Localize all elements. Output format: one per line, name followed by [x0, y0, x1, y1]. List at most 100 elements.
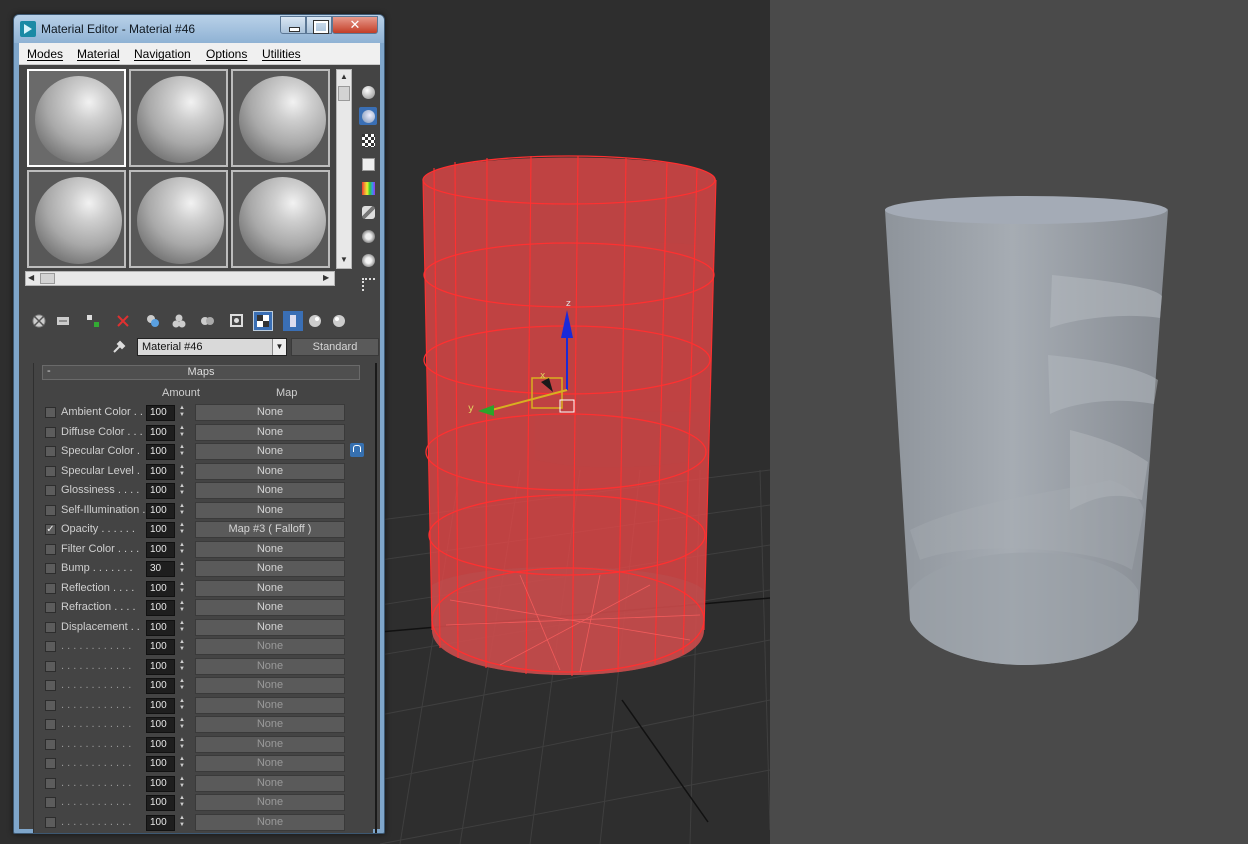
video-color-check-icon[interactable]: [359, 179, 377, 197]
material-map-navigator-icon[interactable]: [359, 275, 377, 293]
chevron-down-icon[interactable]: ▼: [272, 339, 286, 355]
amount-spinner-icon[interactable]: ▲ ▼: [176, 717, 188, 733]
put-to-scene-icon[interactable]: [53, 311, 73, 331]
sample-slot-4[interactable]: [27, 170, 126, 268]
map-slot-button[interactable]: None: [195, 638, 345, 655]
amount-field[interactable]: 100: [146, 424, 175, 441]
map-enable-checkbox[interactable]: [45, 777, 56, 789]
map-slot-button[interactable]: None: [195, 794, 345, 811]
sample-slot-6[interactable]: [231, 170, 330, 268]
amount-spinner-icon[interactable]: ▲ ▼: [176, 620, 188, 636]
map-enable-checkbox[interactable]: [45, 641, 56, 652]
amount-field[interactable]: 100: [146, 580, 175, 597]
map-enable-checkbox[interactable]: [45, 797, 56, 808]
go-forward-to-sibling-icon[interactable]: [329, 311, 349, 331]
amount-field[interactable]: 30: [146, 561, 175, 577]
map-slot-button[interactable]: None: [195, 599, 345, 616]
map-slot-button[interactable]: None: [195, 540, 345, 558]
amount-field[interactable]: 100: [146, 678, 175, 694]
map-slot-button[interactable]: None: [195, 579, 345, 597]
title-bar[interactable]: Material Editor - Material #46 ✕: [14, 15, 384, 43]
amount-field[interactable]: 100: [146, 658, 175, 675]
map-enable-checkbox[interactable]: [45, 582, 56, 594]
amount-spinner-icon[interactable]: ▲ ▼: [176, 581, 188, 597]
reset-map-icon[interactable]: [113, 311, 133, 331]
map-enable-checkbox[interactable]: [45, 680, 56, 691]
scroll-up-icon[interactable]: ▲: [340, 73, 348, 81]
amount-field[interactable]: 100: [146, 463, 175, 480]
sample-slot-3[interactable]: [231, 69, 330, 167]
amount-field[interactable]: 100: [146, 639, 175, 655]
amount-spinner-icon[interactable]: ▲ ▼: [176, 503, 188, 519]
map-enable-checkbox[interactable]: [45, 660, 56, 672]
map-slot-button[interactable]: None: [195, 618, 345, 636]
amount-spinner-icon[interactable]: ▲ ▼: [176, 795, 188, 811]
amount-spinner-icon[interactable]: ▲ ▼: [176, 678, 188, 694]
amount-field[interactable]: 100: [146, 717, 175, 733]
amount-spinner-icon[interactable]: ▲ ▼: [176, 425, 188, 441]
scroll-right-icon[interactable]: ▶: [323, 274, 329, 282]
menu-modes[interactable]: Modes: [27, 47, 63, 61]
material-editor-window[interactable]: Material Editor - Material #46 ✕ Modes M…: [13, 14, 385, 834]
map-slot-button[interactable]: Map #3 ( Falloff ): [195, 521, 345, 538]
material-id-channel-icon[interactable]: [227, 311, 247, 331]
amount-field[interactable]: 100: [146, 619, 175, 636]
sample-type-icon[interactable]: [359, 83, 377, 101]
backlight-icon[interactable]: [359, 107, 377, 125]
map-enable-checkbox[interactable]: [45, 699, 56, 711]
maps-rollout-header[interactable]: - Maps: [42, 365, 360, 380]
map-slot-button[interactable]: None: [195, 404, 345, 421]
sample-slot-5[interactable]: [129, 170, 228, 268]
scroll-left-icon[interactable]: ◀: [28, 274, 34, 282]
map-enable-checkbox[interactable]: [45, 602, 56, 613]
amount-field[interactable]: 100: [146, 795, 175, 811]
scroll-down-icon[interactable]: ▼: [340, 256, 348, 264]
map-enable-checkbox[interactable]: [45, 407, 56, 418]
amount-field[interactable]: 100: [146, 522, 175, 538]
map-enable-checkbox[interactable]: ✓: [45, 524, 56, 535]
amount-spinner-icon[interactable]: ▲ ▼: [176, 483, 188, 499]
show-end-result-icon[interactable]: [283, 311, 303, 331]
map-enable-checkbox[interactable]: [45, 446, 56, 457]
amount-spinner-icon[interactable]: ▲ ▼: [176, 698, 188, 714]
map-slot-button[interactable]: None: [195, 423, 345, 441]
map-slot-button[interactable]: None: [195, 482, 345, 499]
select-by-material-icon[interactable]: [359, 251, 377, 269]
map-slot-button[interactable]: None: [195, 696, 345, 714]
amount-field[interactable]: 100: [146, 814, 175, 831]
material-name-field[interactable]: Material #46 ▼: [137, 338, 287, 356]
amount-field[interactable]: 100: [146, 541, 175, 558]
scroll-thumb[interactable]: [40, 273, 55, 284]
amount-spinner-icon[interactable]: ▲ ▼: [176, 444, 188, 460]
amount-spinner-icon[interactable]: ▲ ▼: [176, 776, 188, 792]
menu-utilities[interactable]: Utilities: [262, 47, 301, 61]
menu-navigation[interactable]: Navigation: [134, 47, 191, 61]
map-enable-checkbox[interactable]: [45, 816, 56, 828]
map-enable-checkbox[interactable]: [45, 485, 56, 496]
slots-vertical-scrollbar[interactable]: ▲ ▼: [336, 69, 352, 269]
amount-field[interactable]: 100: [146, 697, 175, 714]
map-slot-button[interactable]: None: [195, 443, 345, 460]
map-enable-checkbox[interactable]: [45, 719, 56, 730]
map-slot-button[interactable]: None: [195, 462, 345, 480]
map-slot-button[interactable]: None: [195, 501, 345, 519]
get-material-icon[interactable]: [29, 311, 49, 331]
show-shaded-in-viewport-icon[interactable]: [253, 311, 273, 331]
sample-slot-1[interactable]: [27, 69, 126, 167]
minimize-button[interactable]: [280, 16, 306, 34]
map-slot-button[interactable]: None: [195, 813, 345, 831]
amount-field[interactable]: 100: [146, 775, 175, 792]
options-icon[interactable]: [359, 227, 377, 245]
make-preview-icon[interactable]: [359, 203, 377, 221]
sample-uv-tiling-icon[interactable]: [359, 155, 377, 173]
put-to-library-icon[interactable]: [197, 311, 217, 331]
amount-spinner-icon[interactable]: ▲ ▼: [176, 542, 188, 558]
selected-cylinder[interactable]: [422, 155, 717, 677]
map-enable-checkbox[interactable]: [45, 758, 56, 769]
amount-spinner-icon[interactable]: ▲ ▼: [176, 815, 188, 831]
lock-icon[interactable]: [350, 443, 364, 457]
amount-spinner-icon[interactable]: ▲ ▼: [176, 464, 188, 480]
material-type-button[interactable]: Standard: [291, 338, 379, 356]
amount-spinner-icon[interactable]: ▲ ▼: [176, 561, 188, 577]
amount-field[interactable]: 100: [146, 405, 175, 421]
